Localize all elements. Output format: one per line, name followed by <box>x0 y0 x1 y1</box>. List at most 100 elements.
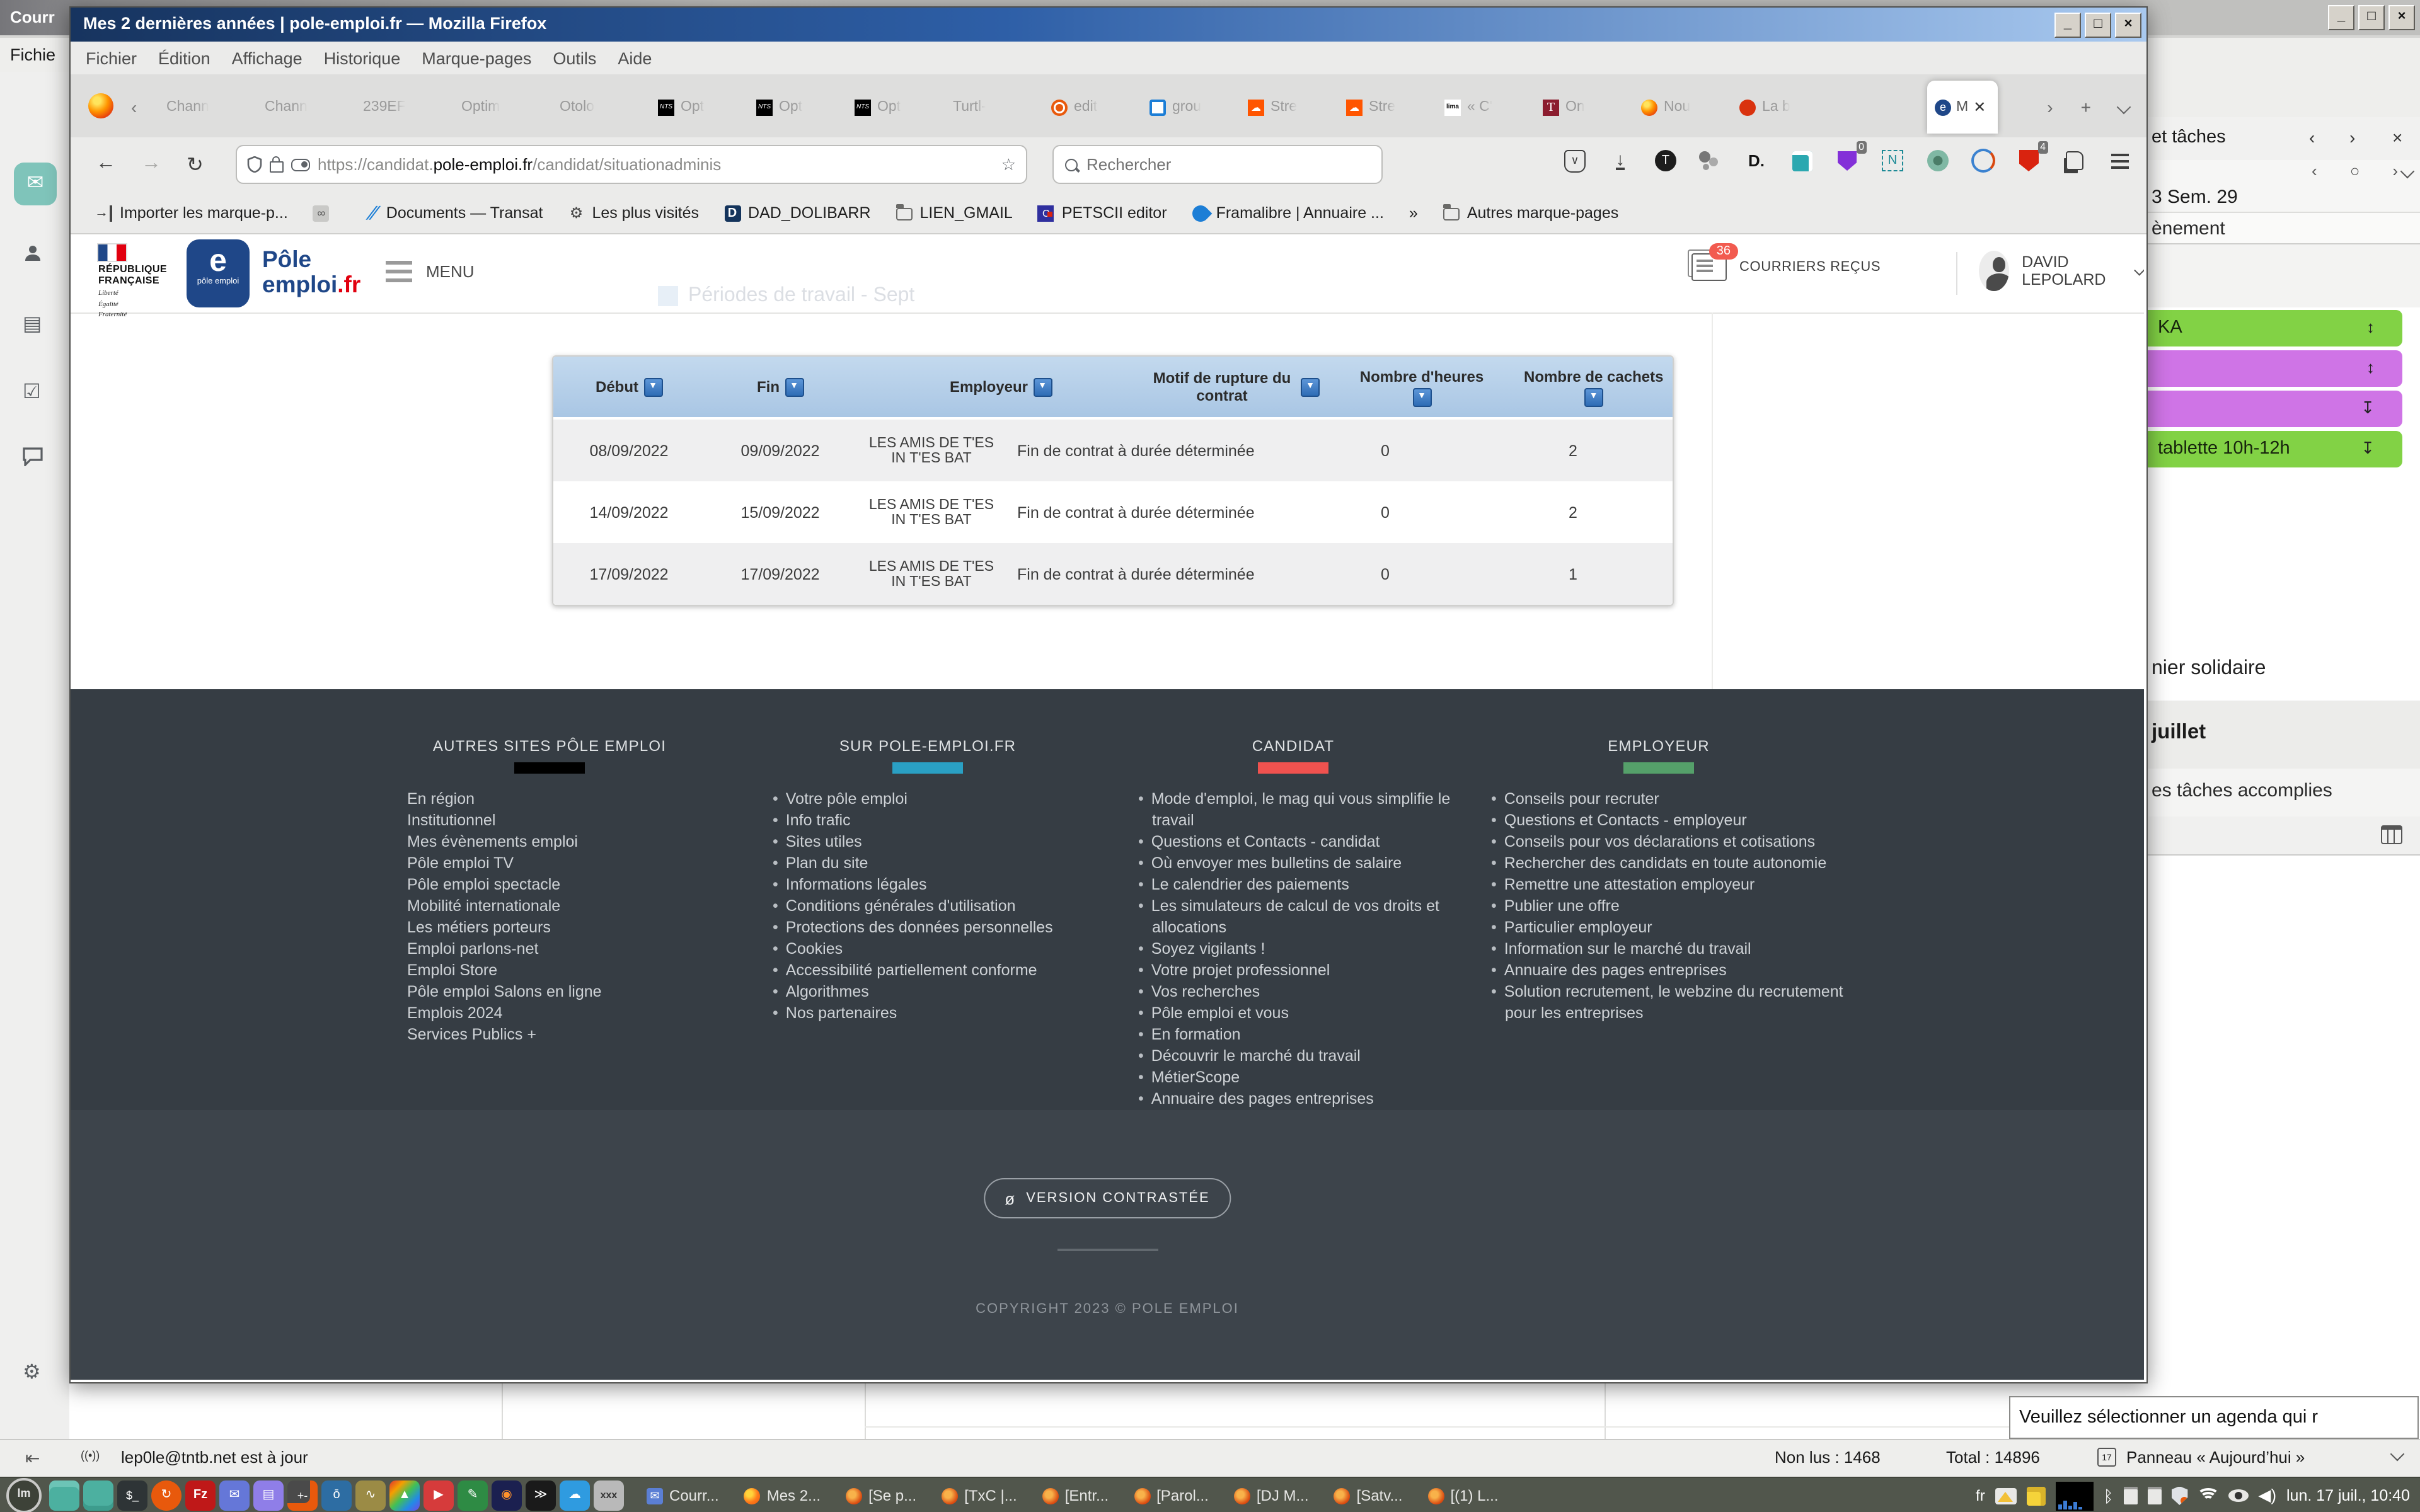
sort-icon[interactable] <box>1301 377 1320 396</box>
footer-link[interactable]: Pôle emploi Salons en ligne <box>407 982 713 1003</box>
sort-icon[interactable] <box>785 377 804 396</box>
footer-link[interactable]: Vos recherches <box>1138 982 1470 1003</box>
mail-space-icon[interactable]: ✉ <box>14 163 57 205</box>
launcher-icon[interactable]: ō <box>321 1480 352 1511</box>
thunderbird-menu-fichier[interactable]: Fichie <box>10 45 55 64</box>
taskbar-window-button[interactable]: [Satv... <box>1324 1480 1413 1511</box>
firefox-logo-icon[interactable] <box>88 93 113 118</box>
bookmark-item[interactable]: Documents — Transat <box>362 204 543 222</box>
tasks-icon[interactable]: ☑ <box>23 379 41 404</box>
browser-tab[interactable]: Chann <box>159 84 257 130</box>
browser-tab[interactable]: Stre <box>1339 84 1437 130</box>
maximize-button[interactable]: □ <box>2085 13 2111 38</box>
extension-icon[interactable] <box>1560 146 1589 175</box>
menu-item[interactable]: Édition <box>158 49 210 67</box>
tab-close-icon[interactable]: ✕ <box>1973 98 1986 116</box>
footer-link[interactable]: Pôle emploi et vous <box>1138 1003 1470 1024</box>
menu-item[interactable]: Marque-pages <box>422 49 531 67</box>
footer-link[interactable]: Annuaire des pages entreprises <box>1138 1089 1470 1110</box>
volume-icon[interactable]: ◀) <box>2258 1486 2276 1506</box>
browser-tab[interactable]: Opt <box>749 84 847 130</box>
list-icon[interactable]: ▤ <box>23 311 42 336</box>
footer-link[interactable]: Information sur le marché du travail <box>1491 939 1848 960</box>
calendar-event[interactable] <box>2145 391 2402 427</box>
footer-link[interactable]: Particulier employeur <box>1491 917 1848 939</box>
lock-icon[interactable] <box>270 161 284 173</box>
extension-icon[interactable] <box>1606 146 1635 175</box>
url-bar[interactable]: https://candidat.pole-emploi.fr/candidat… <box>236 145 1027 184</box>
footer-link[interactable]: Services Publics + <box>407 1024 713 1046</box>
bookmark-item[interactable] <box>313 205 337 221</box>
browser-tab[interactable]: grou <box>1142 84 1240 130</box>
browser-tab[interactable]: Nou <box>1634 84 1732 130</box>
launcher-icon[interactable]: +- <box>287 1480 318 1511</box>
next-day-icon[interactable]: › <box>2392 161 2398 180</box>
footer-link[interactable]: Votre projet professionnel <box>1138 960 1470 982</box>
launcher-icon[interactable]: ☁ <box>560 1480 590 1511</box>
pole-emploi-logo[interactable]: e pôle emploi <box>187 239 250 307</box>
taskbar-window-button[interactable]: [Se p... <box>836 1480 926 1511</box>
tracking-shield-icon[interactable] <box>247 156 262 173</box>
prev-day-icon[interactable]: ‹ <box>2312 161 2317 180</box>
chat-icon[interactable] <box>23 447 43 472</box>
footer-link[interactable]: Mes évènements emploi <box>407 832 713 853</box>
footer-link[interactable]: Solution recrutement, le webzine du recr… <box>1491 982 1848 1024</box>
footer-link[interactable]: Pôle emploi spectacle <box>407 874 713 896</box>
footer-link[interactable]: Rechercher des candidats en toute autono… <box>1491 853 1848 874</box>
minimize-button[interactable]: _ <box>2328 5 2354 30</box>
browser-tab[interactable]: Stre <box>1240 84 1339 130</box>
footer-link[interactable]: Le calendrier des paiements <box>1138 874 1470 896</box>
taskbar-window-button[interactable]: Courr... <box>637 1480 729 1511</box>
user-menu[interactable]: DAVID LEPOLARD <box>1979 251 2144 291</box>
bookmark-item[interactable]: DAD_DOLIBARR <box>724 204 871 222</box>
table-row[interactable]: 17/09/2022 17/09/2022 LES AMIS DE T'ES I… <box>553 543 1673 605</box>
footer-link[interactable]: Les simulateurs de calcul de vos droits … <box>1138 896 1470 939</box>
launcher-icon[interactable]: ◉ <box>492 1480 522 1511</box>
launcher-icon[interactable]: Fz <box>185 1480 216 1511</box>
footer-link[interactable]: Protections des données personnelles <box>773 917 1104 939</box>
taskbar-window-button[interactable]: [TxC |... <box>931 1480 1027 1511</box>
sort-icon[interactable] <box>1412 387 1431 406</box>
bookmark-star-icon[interactable]: ☆ <box>1001 154 1016 175</box>
launcher-icon[interactable]: $_ <box>117 1480 147 1511</box>
launcher-icon[interactable]: ▶ <box>424 1480 454 1511</box>
table-row[interactable]: 14/09/2022 15/09/2022 LES AMIS DE T'ES I… <box>553 481 1673 543</box>
browser-tab[interactable]: Turtl- <box>945 84 1044 130</box>
new-tab-icon[interactable]: + <box>2081 97 2091 117</box>
browser-tab[interactable]: 239EF <box>355 84 454 130</box>
launcher-icon[interactable]: xxx <box>594 1480 624 1511</box>
extension-icon[interactable] <box>1697 146 1726 175</box>
browser-tab[interactable]: Opt <box>847 84 945 130</box>
minimize-button[interactable]: _ <box>2054 13 2081 38</box>
calendar-event[interactable]: tablette 10h-12h <box>2145 431 2402 467</box>
taskbar-window-button[interactable]: [Entr... <box>1032 1480 1119 1511</box>
table-row[interactable]: 08/09/2022 09/09/2022 LES AMIS DE T'ES I… <box>553 420 1673 481</box>
footer-link[interactable]: Questions et Contacts - candidat <box>1138 832 1470 853</box>
maximize-button[interactable]: □ <box>2358 5 2385 30</box>
footer-link[interactable]: Nos partenaires <box>773 1003 1104 1024</box>
footer-link[interactable]: Emploi Store <box>407 960 713 982</box>
launcher-icon[interactable] <box>49 1480 79 1511</box>
footer-link[interactable]: Votre pôle emploi <box>773 789 1104 810</box>
today-panel-toggle[interactable]: Panneau « Aujourd’hui » <box>2126 1448 2305 1467</box>
extension-icon[interactable] <box>1923 146 1952 175</box>
bookmark-item[interactable]: PETSCII editor <box>1038 204 1167 222</box>
bookmark-item[interactable]: » <box>1409 204 1418 222</box>
chevron-down-icon[interactable] <box>2390 1447 2405 1462</box>
today-icon[interactable]: ○ <box>2350 161 2360 180</box>
extension-icon[interactable] <box>1969 146 1998 175</box>
footer-link[interactable]: Découvrir le marché du travail <box>1138 1046 1470 1067</box>
browser-tab[interactable]: Otolo <box>552 84 650 130</box>
clipboard-icon[interactable] <box>2123 1487 2137 1504</box>
back-icon[interactable]: ← <box>96 152 116 175</box>
scroll-tabs-left-icon[interactable]: ‹ <box>131 97 137 117</box>
list-all-tabs-icon[interactable] <box>2117 100 2131 115</box>
extension-icon[interactable] <box>2105 146 2134 175</box>
footer-link[interactable]: Cookies <box>773 939 1104 960</box>
sort-icon[interactable] <box>1584 387 1603 406</box>
menu-item[interactable]: Aide <box>618 49 652 67</box>
menu-item[interactable]: Historique <box>324 49 401 67</box>
eye-icon[interactable] <box>2228 1489 2248 1502</box>
taskbar-window-button[interactable]: [(1) L... <box>1417 1480 1508 1511</box>
completed-tasks-row[interactable]: es tâches accomplies <box>2145 769 2420 818</box>
